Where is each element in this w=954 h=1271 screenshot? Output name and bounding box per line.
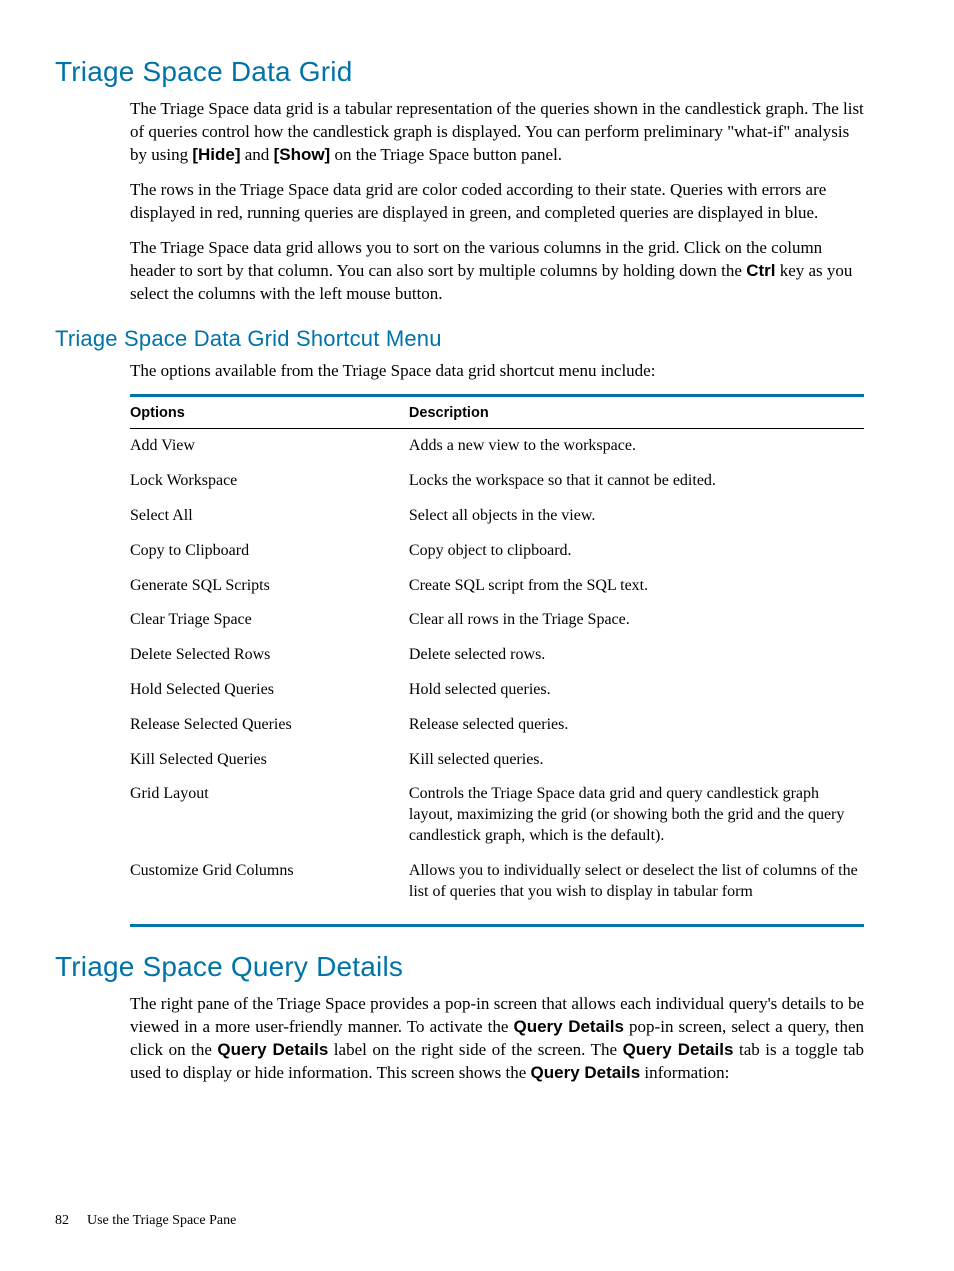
page: Triage Space Data Grid The Triage Space … [0,0,954,1271]
subsection-body: The options available from the Triage Sp… [130,360,864,928]
option-cell: Delete Selected Rows [130,638,409,673]
ctrl-key-label: Ctrl [746,261,775,280]
page-number: 82 [55,1213,69,1229]
section1-paragraph-3: The Triage Space data grid allows you to… [130,237,864,306]
option-cell: Grid Layout [130,777,409,853]
query-details-label: Query Details [217,1040,328,1059]
text: The Triage Space data grid allows you to… [130,238,822,280]
section1-paragraph-1: The Triage Space data grid is a tabular … [130,98,864,167]
description-cell: Delete selected rows. [409,638,864,673]
section2-paragraph-1: The right pane of the Triage Space provi… [130,993,864,1085]
option-cell: Generate SQL Scripts [130,569,409,604]
table-row: Customize Grid ColumnsAllows you to indi… [130,854,864,925]
table-row: Select AllSelect all objects in the view… [130,499,864,534]
description-cell: Copy object to clipboard. [409,534,864,569]
description-cell: Hold selected queries. [409,673,864,708]
table-bottom-rule [130,924,864,927]
query-details-label: Query Details [623,1040,734,1059]
table-row: Grid LayoutControls the Triage Space dat… [130,777,864,853]
option-cell: Lock Workspace [130,464,409,499]
section1-body: The Triage Space data grid is a tabular … [130,98,864,306]
table-row: Clear Triage SpaceClear all rows in the … [130,603,864,638]
table-row: Generate SQL ScriptsCreate SQL script fr… [130,569,864,604]
option-cell: Select All [130,499,409,534]
description-cell: Clear all rows in the Triage Space. [409,603,864,638]
query-details-label: Query Details [531,1063,641,1082]
description-cell: Locks the workspace so that it cannot be… [409,464,864,499]
table-row: Lock WorkspaceLocks the workspace so tha… [130,464,864,499]
options-table: Options Description Add ViewAdds a new v… [130,394,864,924]
section1-paragraph-2: The rows in the Triage Space data grid a… [130,179,864,225]
option-cell: Copy to Clipboard [130,534,409,569]
description-cell: Controls the Triage Space data grid and … [409,777,864,853]
col-header-description: Description [409,396,864,429]
heading-query-details: Triage Space Query Details [55,951,864,983]
description-cell: Allows you to individually select or des… [409,854,864,925]
col-header-options: Options [130,396,409,429]
table-header-row: Options Description [130,396,864,429]
option-cell: Add View [130,429,409,464]
subsection-intro: The options available from the Triage Sp… [130,360,864,383]
description-cell: Kill selected queries. [409,743,864,778]
table-row: Delete Selected RowsDelete selected rows… [130,638,864,673]
text: and [241,145,274,164]
section2-body: The right pane of the Triage Space provi… [130,993,864,1085]
table-row: Copy to ClipboardCopy object to clipboar… [130,534,864,569]
text: on the Triage Space button panel. [330,145,562,164]
query-details-label: Query Details [513,1017,623,1036]
heading-triage-space-data-grid: Triage Space Data Grid [55,56,864,88]
option-cell: Release Selected Queries [130,708,409,743]
chapter-title: Use the Triage Space Pane [87,1213,236,1228]
description-cell: Select all objects in the view. [409,499,864,534]
hide-label: [Hide] [192,145,240,164]
table-row: Hold Selected QueriesHold selected queri… [130,673,864,708]
option-cell: Clear Triage Space [130,603,409,638]
text: label on the right side of the screen. T… [328,1040,622,1059]
show-label: [Show] [274,145,331,164]
table-row: Add ViewAdds a new view to the workspace… [130,429,864,464]
page-footer: 82 Use the Triage Space Pane [55,1213,236,1229]
description-cell: Adds a new view to the workspace. [409,429,864,464]
option-cell: Kill Selected Queries [130,743,409,778]
option-cell: Hold Selected Queries [130,673,409,708]
table-row: Release Selected QueriesRelease selected… [130,708,864,743]
table-row: Kill Selected QueriesKill selected queri… [130,743,864,778]
text: information: [640,1063,729,1082]
description-cell: Release selected queries. [409,708,864,743]
description-cell: Create SQL script from the SQL text. [409,569,864,604]
heading-shortcut-menu: Triage Space Data Grid Shortcut Menu [55,326,864,352]
option-cell: Customize Grid Columns [130,854,409,925]
